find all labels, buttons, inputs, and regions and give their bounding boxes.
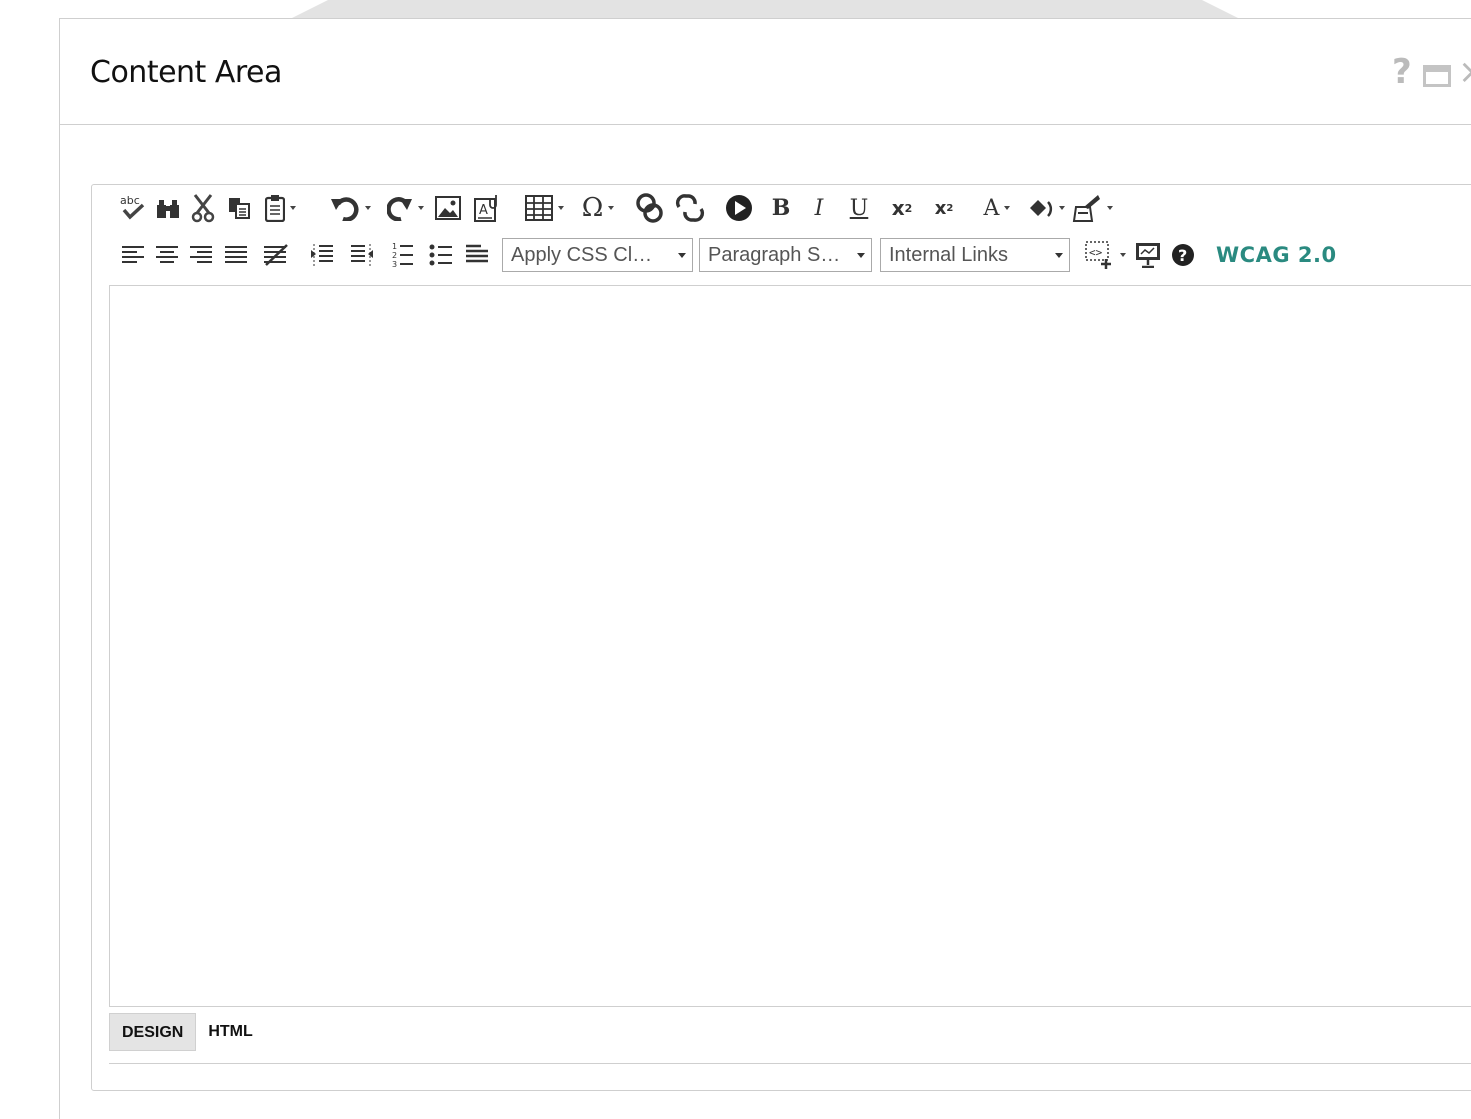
- help-button[interactable]: ?: [1392, 52, 1412, 92]
- link-icon[interactable]: [630, 193, 670, 223]
- bulleted-list-icon[interactable]: [422, 240, 460, 270]
- redo-icon[interactable]: [380, 193, 430, 223]
- copy-icon[interactable]: [220, 193, 258, 223]
- chevron-down-icon: [1055, 253, 1063, 258]
- svg-text:abc: abc: [120, 194, 140, 207]
- snippet-icon[interactable]: <>: [1080, 240, 1130, 270]
- tab-design[interactable]: DESIGN: [109, 1013, 197, 1051]
- bold-icon[interactable]: B: [762, 193, 800, 223]
- horizontal-rule-icon[interactable]: [460, 240, 494, 270]
- italic-icon[interactable]: I: [800, 193, 838, 223]
- css-class-select-value: Apply CSS Cl…: [511, 243, 653, 266]
- justify-icon[interactable]: [218, 240, 254, 270]
- background-tab: [290, 0, 1240, 19]
- cut-icon[interactable]: [186, 193, 220, 223]
- svg-text:A: A: [479, 203, 488, 218]
- format-painter-icon[interactable]: [1070, 193, 1114, 223]
- internal-links-select-value: Internal Links: [889, 243, 1008, 266]
- align-right-icon[interactable]: [184, 240, 218, 270]
- superscript-icon[interactable]: x2: [880, 193, 924, 223]
- dialog-title: Content Area: [90, 55, 282, 90]
- dialog-header: Content Area ? ×: [60, 19, 1471, 125]
- spell-check-icon[interactable]: abc: [116, 193, 150, 223]
- paragraph-style-select[interactable]: Paragraph S…: [699, 238, 872, 272]
- underline-icon[interactable]: U: [838, 193, 880, 223]
- table-icon[interactable]: [516, 193, 572, 223]
- svg-text:1: 1: [392, 242, 397, 251]
- font-color-icon[interactable]: A: [972, 193, 1022, 223]
- css-class-select[interactable]: Apply CSS Cl…: [502, 238, 693, 272]
- editor-content-area[interactable]: [109, 285, 1471, 1007]
- paragraph-style-select-value: Paragraph S…: [708, 243, 841, 266]
- align-left-icon[interactable]: [116, 240, 150, 270]
- mode-tabs: DESIGN HTML: [109, 1013, 265, 1051]
- svg-text:<>: <>: [1089, 246, 1103, 259]
- svg-text:2: 2: [392, 251, 397, 260]
- align-center-icon[interactable]: [150, 240, 184, 270]
- numbered-list-icon[interactable]: 123: [384, 240, 422, 270]
- internal-links-select[interactable]: Internal Links: [880, 238, 1070, 272]
- bottom-divider: [109, 1063, 1471, 1064]
- indent-icon[interactable]: [304, 240, 340, 270]
- special-character-icon[interactable]: Ω: [572, 193, 624, 223]
- find-icon[interactable]: [150, 193, 186, 223]
- close-button[interactable]: ×: [1458, 52, 1471, 92]
- content-area-dialog: Content Area ? × abc: [59, 18, 1471, 1119]
- unlink-icon[interactable]: [670, 193, 710, 223]
- help-icon[interactable]: ?: [1166, 240, 1200, 270]
- image-icon[interactable]: [430, 193, 466, 223]
- document-manager-icon[interactable]: A: [466, 193, 510, 223]
- svg-text:3: 3: [392, 260, 397, 269]
- subscript-icon[interactable]: x2: [924, 193, 964, 223]
- toolbar-row-1: abc A Ω B I U x 2 x 2 A: [116, 191, 1114, 225]
- preview-icon[interactable]: [1130, 240, 1166, 270]
- paste-icon[interactable]: [258, 193, 302, 223]
- chevron-down-icon: [857, 253, 865, 258]
- media-icon[interactable]: [716, 193, 762, 223]
- highlight-icon[interactable]: [1022, 193, 1070, 223]
- svg-text:?: ?: [1178, 246, 1187, 265]
- undo-icon[interactable]: [320, 193, 380, 223]
- tab-html[interactable]: HTML: [196, 1013, 264, 1051]
- toolbar-row-2: 123 Apply CSS Cl… Paragraph S… Internal …: [116, 238, 1337, 272]
- maximize-button[interactable]: [1423, 65, 1451, 87]
- wcag-link[interactable]: WCAG 2.0: [1216, 243, 1337, 267]
- outdent-icon[interactable]: [340, 240, 384, 270]
- chevron-down-icon: [678, 253, 686, 258]
- clear-alignment-icon[interactable]: [254, 240, 298, 270]
- rich-text-editor: abc A Ω B I U x 2 x 2 A 1 2 3 Apply CSS …: [91, 184, 1471, 1091]
